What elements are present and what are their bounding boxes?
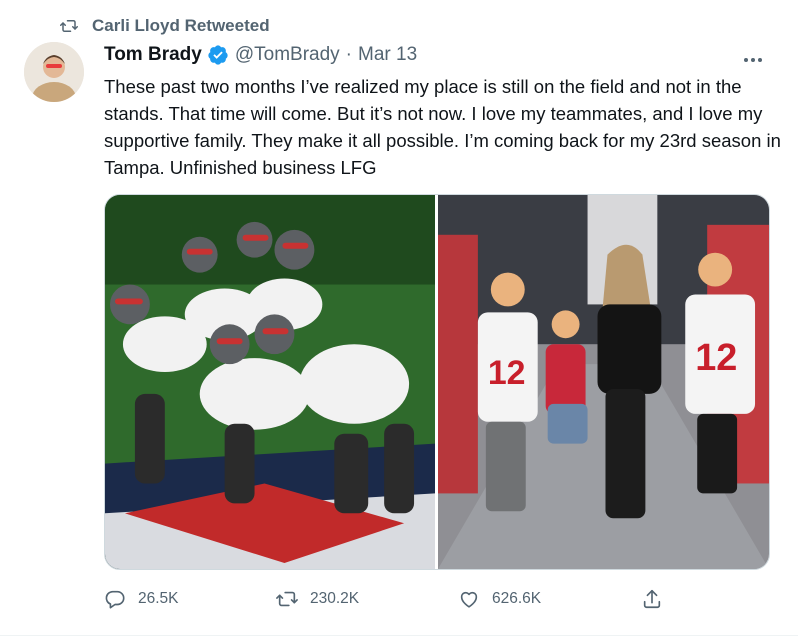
tweet-text: These past two months I’ve realized my p… (104, 76, 781, 178)
social-context: Carli Lloyd Retweeted (60, 16, 270, 36)
avatar[interactable] (24, 42, 84, 102)
reply-icon (105, 590, 125, 609)
reply-count: 26.5K (138, 590, 179, 607)
svg-text:12: 12 (488, 354, 526, 392)
like-button[interactable]: 626.6K (458, 588, 541, 610)
reply-button[interactable]: 26.5K (104, 588, 179, 610)
like-count: 626.6K (492, 590, 542, 607)
heart-icon (460, 591, 478, 608)
more-options-icon[interactable] (738, 50, 768, 70)
tweet-header: Tom Brady @TomBrady · Mar 13 (104, 44, 417, 66)
retweet-icon (60, 20, 78, 32)
verified-badge-icon[interactable] (207, 44, 229, 66)
svg-text:12: 12 (695, 337, 737, 379)
football-players-photo[interactable] (105, 195, 435, 569)
retweet-button[interactable]: 230.2K (276, 588, 359, 610)
share-button[interactable] (641, 588, 675, 610)
retweet-icon (276, 591, 298, 607)
tweet-date[interactable]: Mar 13 (358, 44, 417, 66)
tweet-card[interactable]: Carli Lloyd Retweeted Tom Brady @TomBrad… (0, 0, 798, 636)
author-name[interactable]: Tom Brady (104, 44, 202, 66)
tweet-media[interactable]: 12 12 (104, 194, 770, 570)
share-icon (643, 589, 661, 609)
social-context-text[interactable]: Carli Lloyd Retweeted (92, 16, 270, 36)
tweet-actions: 26.5K 230.2K 626.6K (104, 588, 684, 614)
retweet-count: 230.2K (310, 590, 360, 607)
author-handle[interactable]: @TomBrady (235, 44, 340, 66)
family-photo[interactable]: 12 12 (438, 195, 769, 569)
header-separator: · (345, 44, 352, 65)
